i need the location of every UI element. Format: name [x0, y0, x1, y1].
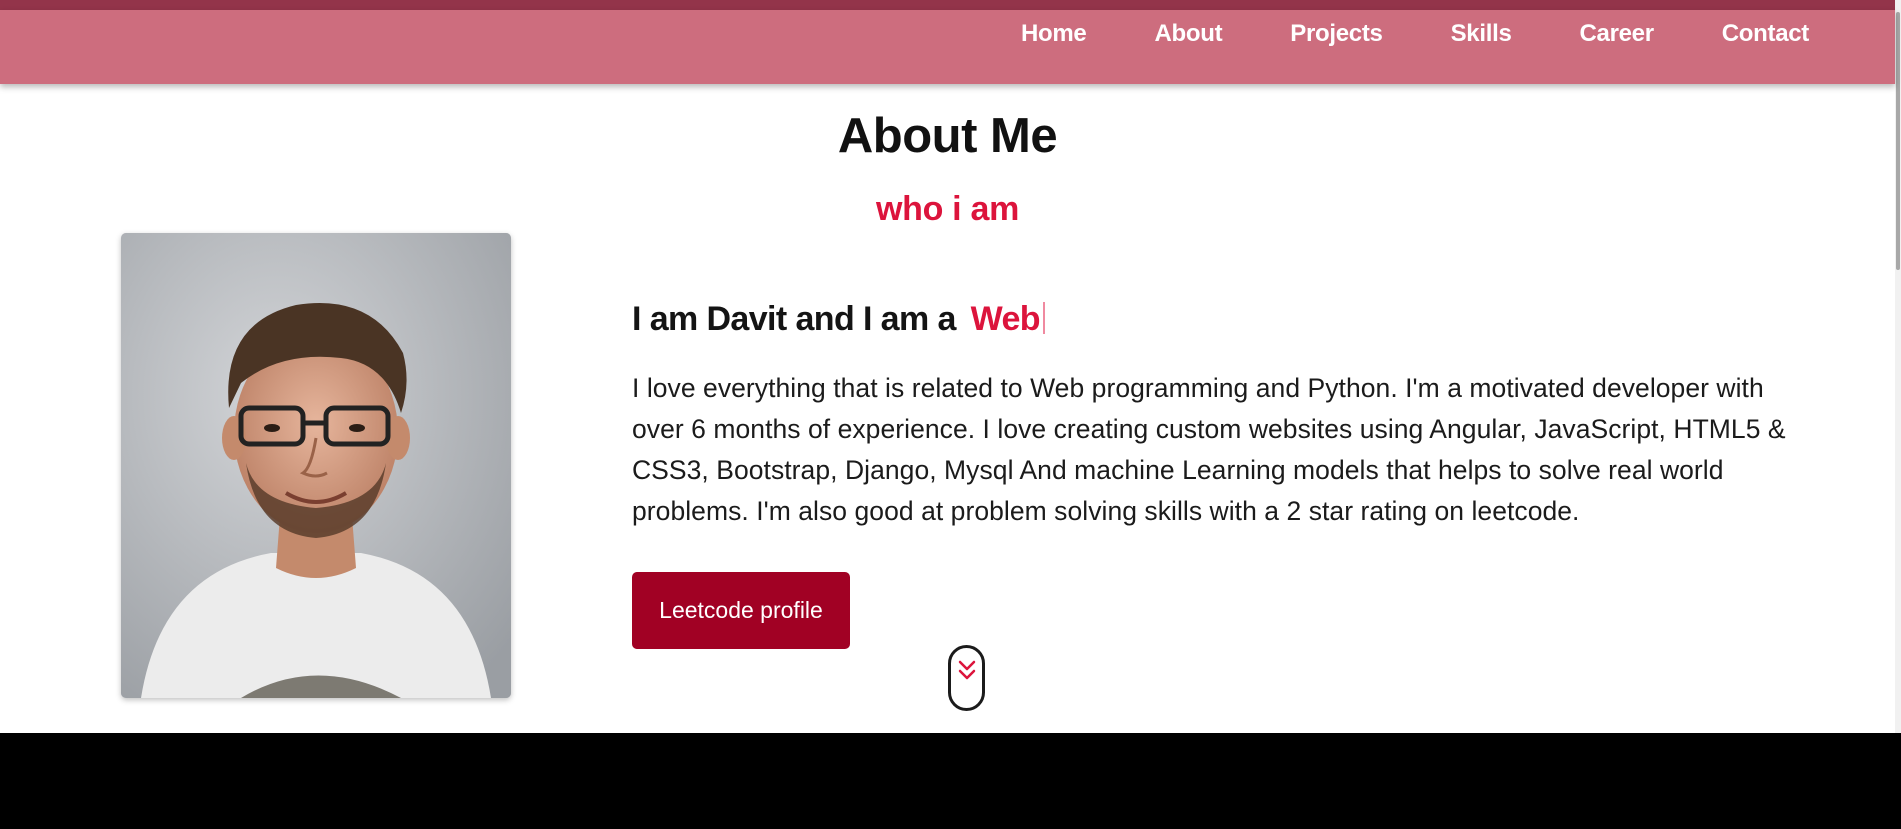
section-subtitle: who i am: [875, 190, 1020, 228]
nav-links: Home About Projects Skills Career Contac…: [987, 20, 1809, 48]
navbar: Home About Projects Skills Career Contac…: [0, 10, 1895, 84]
chevron-double-down-icon: [958, 660, 975, 680]
section-title: About Me: [837, 109, 1058, 163]
leetcode-profile-button[interactable]: Leetcode profile: [632, 572, 850, 649]
typed-word: Web: [970, 300, 1041, 338]
nav-link-career[interactable]: Career: [1546, 20, 1688, 48]
page: Home About Projects Skills Career Contac…: [0, 0, 1901, 829]
bio-paragraph: I love everything that is related to Web…: [632, 373, 1786, 526]
scrollbar[interactable]: [1895, 0, 1901, 733]
scrollbar-thumb[interactable]: [1896, 12, 1900, 270]
typing-caret: [1042, 302, 1045, 334]
profile-photo: [121, 233, 511, 698]
next-section: [0, 733, 1901, 829]
intro-prefix: I am Davit and I am a: [632, 300, 956, 338]
profile-photo-illustration: [121, 233, 511, 698]
intro-heading: I am Davit and I am a Web: [632, 300, 1045, 339]
scroll-down-button[interactable]: [948, 645, 985, 711]
nav-link-projects[interactable]: Projects: [1256, 20, 1416, 48]
nav-link-home[interactable]: Home: [987, 20, 1120, 48]
nav-link-about[interactable]: About: [1120, 20, 1256, 48]
nav-link-contact[interactable]: Contact: [1688, 20, 1810, 48]
nav-link-skills[interactable]: Skills: [1417, 20, 1546, 48]
